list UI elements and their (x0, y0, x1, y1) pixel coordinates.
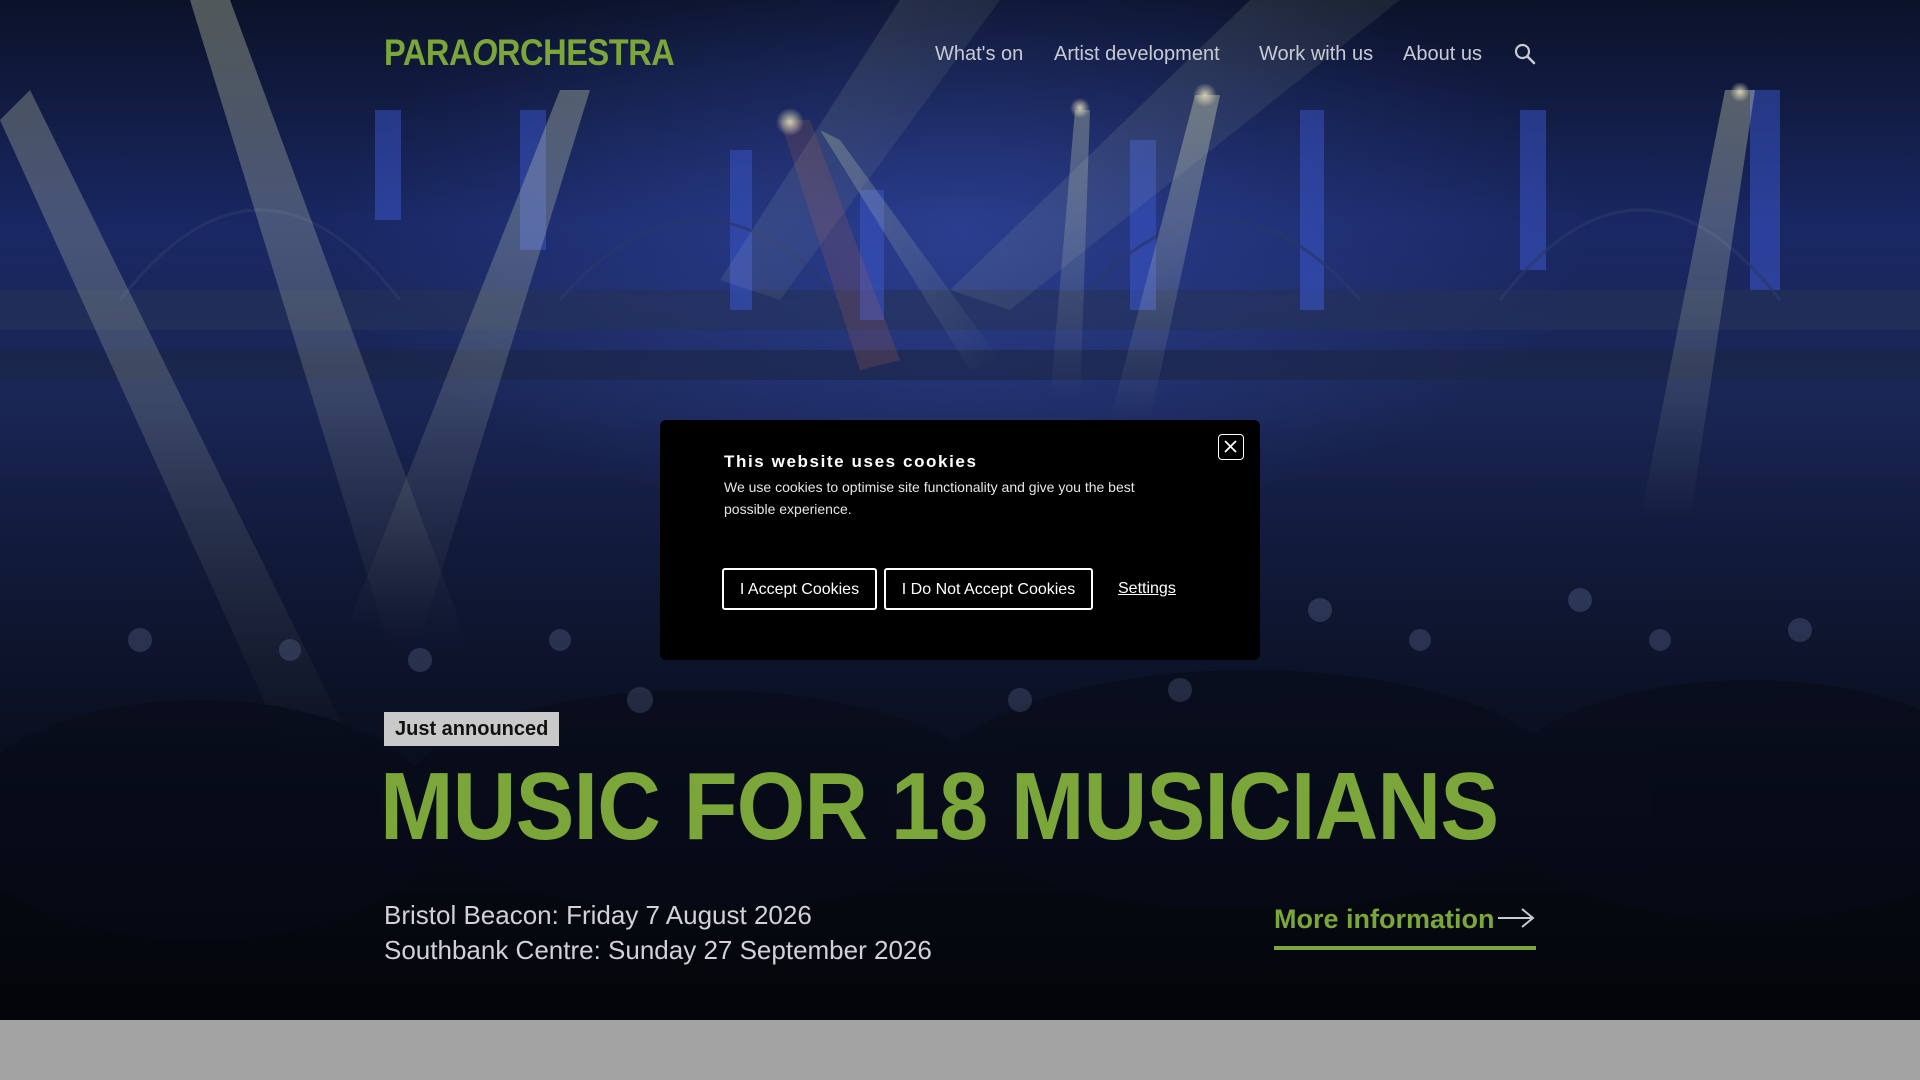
page-title: MUSIC FOR 18 MUSICIANS (380, 753, 1499, 860)
event-date-bristol: Bristol Beacon: Friday 7 August 2026 (384, 900, 812, 930)
status-badge: Just announced (384, 712, 560, 746)
site-header: PARAORCHESTRA What's on Artist developme… (0, 0, 1920, 110)
cookie-banner: This website uses cookies We use cookies… (660, 420, 1260, 660)
close-icon[interactable] (1218, 434, 1244, 460)
event-date-southbank: Southbank Centre: Sunday 27 September 20… (384, 935, 932, 965)
cookie-title: This website uses cookies (724, 452, 978, 471)
nav-item-about-us[interactable]: About us (1403, 43, 1482, 66)
more-information-link[interactable]: More information (1274, 900, 1536, 950)
cookie-description: We use cookies to optimise site function… (724, 479, 1135, 517)
page-bottom-strip (0, 1020, 1920, 1080)
accept-cookies-button[interactable]: I Accept Cookies (722, 568, 877, 610)
nav-item-work-with-us[interactable]: Work with us (1259, 43, 1373, 66)
nav-item-artist-development[interactable]: Artist development (1054, 43, 1220, 66)
more-information-label: More information (1274, 904, 1495, 934)
site-logo[interactable]: PARAORCHESTRA (384, 32, 675, 74)
search-icon[interactable] (1513, 42, 1537, 66)
nav-item-whats-on[interactable]: What's on (935, 43, 1023, 66)
arrow-right-icon (1496, 906, 1536, 930)
reject-cookies-button[interactable]: I Do Not Accept Cookies (884, 568, 1093, 610)
cookie-settings-link[interactable]: Settings (1118, 580, 1176, 598)
